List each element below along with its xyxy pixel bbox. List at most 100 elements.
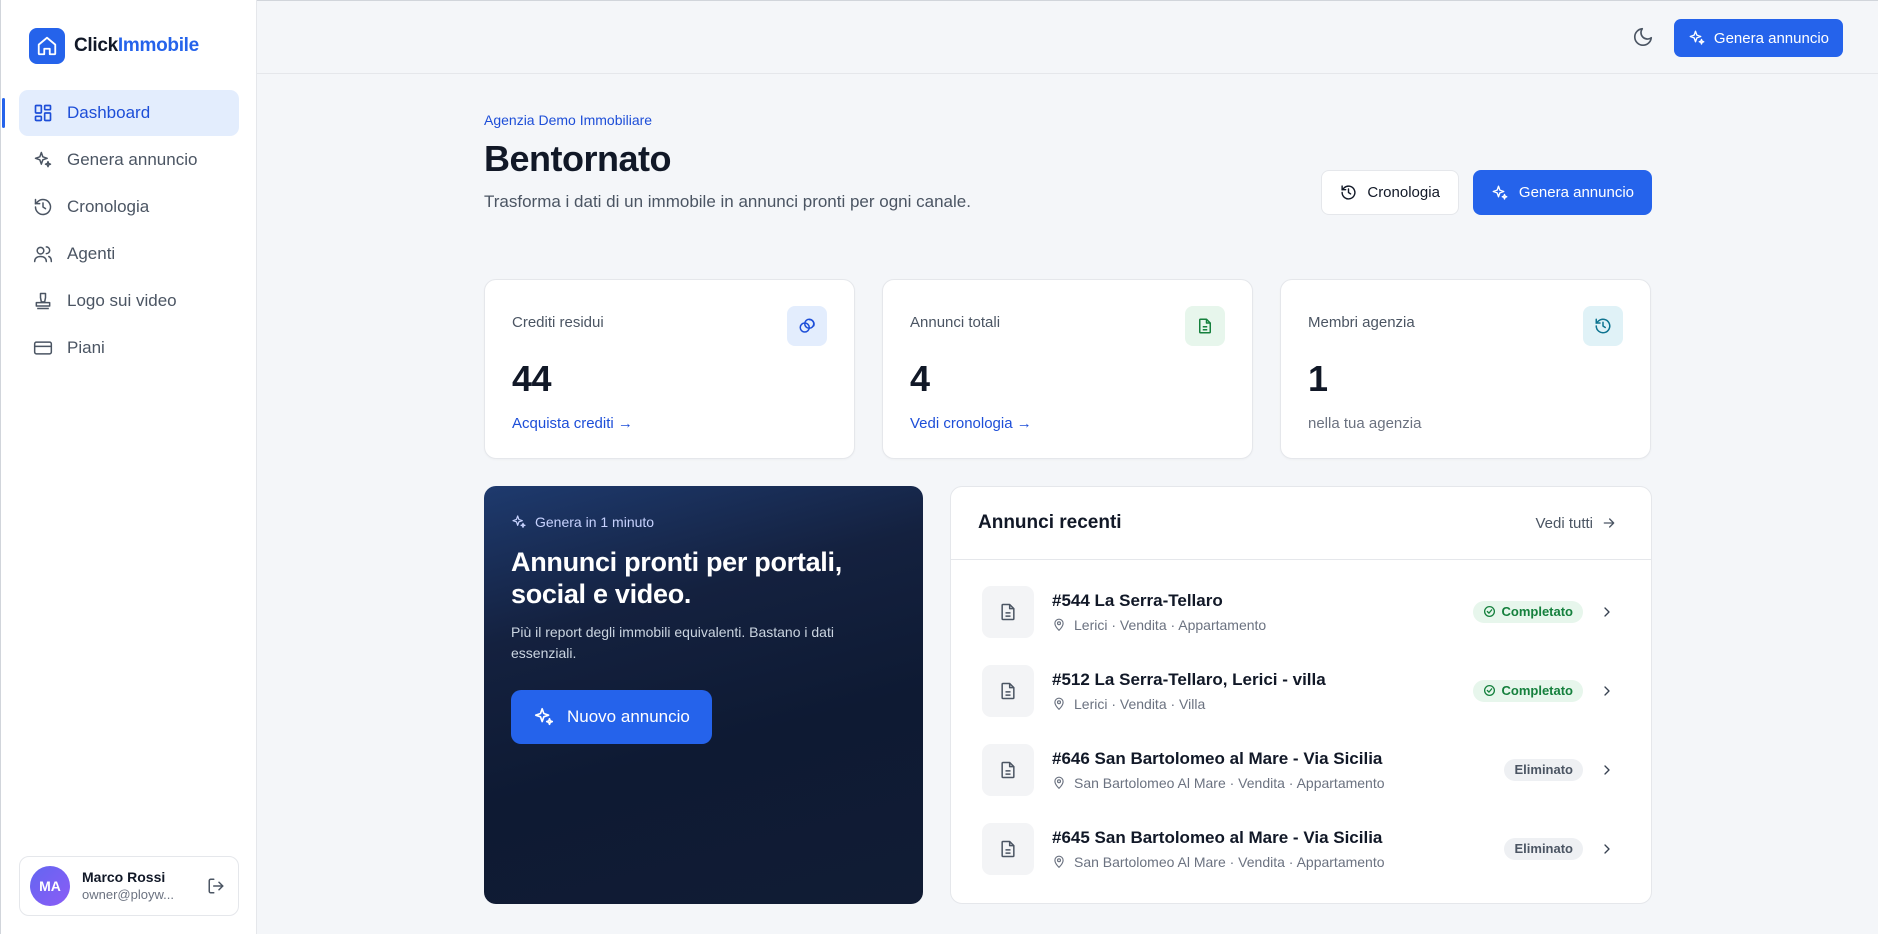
moon-icon[interactable]: [1632, 26, 1656, 50]
recent-header: Annunci recenti Vedi tutti: [951, 487, 1651, 560]
promo-text: Più il report degli immobili equivalenti…: [511, 624, 834, 661]
sidebar-item-genera-annuncio[interactable]: Genera annuncio: [19, 137, 239, 183]
listing-meta: San Bartolomeo Al Mare · Vendita · Appar…: [1052, 775, 1504, 791]
user-email: owner@ployw...: [82, 886, 174, 902]
button-label: Nuovo annuncio: [567, 707, 690, 726]
map-pin-icon: [1052, 697, 1066, 711]
sidebar-item-label: Cronologia: [67, 197, 150, 216]
dashboard-icon: [33, 103, 53, 123]
listing-meta-text: Lerici · Vendita · Villa: [1074, 695, 1206, 712]
row-body: #645 San Bartolomeo al Mare - Via Sicili…: [1052, 828, 1504, 870]
header-actions: Cronologia Genera annuncio: [1321, 170, 1652, 215]
stat-label: Membri agenzia: [1308, 314, 1415, 331]
home-icon: [29, 28, 65, 64]
document-icon: [982, 585, 1034, 638]
page-subtitle: Trasforma i dati di un immobile in annun…: [484, 192, 971, 211]
stat-note: nella tua agenzia: [1308, 415, 1422, 432]
button-label: Cronologia: [1367, 184, 1440, 201]
promo-eyebrow-label: Genera in 1 minuto: [535, 514, 655, 530]
row-body: #544 La Serra-Tellaro Lerici · Vendita ·…: [1052, 591, 1473, 633]
button-label: Genera annuncio: [1518, 184, 1634, 201]
status-label: Eliminato: [1514, 841, 1573, 856]
sidebar-item-agenti[interactable]: Agenti: [19, 231, 239, 277]
list-item[interactable]: #544 La Serra-Tellaro Lerici · Vendita ·…: [951, 572, 1651, 651]
stats-row: Crediti residui 44 Acquista crediti → An…: [484, 279, 1651, 459]
acquista-crediti-link[interactable]: Acquista crediti →: [512, 415, 633, 432]
vedi-cronologia-link[interactable]: Vedi cronologia →: [910, 415, 1032, 432]
sidebar-item-label: Dashboard: [67, 103, 151, 122]
status-label: Completato: [1501, 683, 1574, 698]
listing-title: #646 San Bartolomeo al Mare - Via Sicili…: [1052, 748, 1383, 768]
genera-annuncio-top-button[interactable]: Genera annuncio: [1673, 19, 1843, 57]
list-item[interactable]: #645 San Bartolomeo al Mare - Via Sicili…: [951, 809, 1651, 888]
brand-name-accent: Immobile: [117, 35, 199, 56]
recent-listings: Annunci recenti Vedi tutti #544 La Serra…: [950, 486, 1652, 904]
stat-value: 44: [512, 358, 552, 399]
document-icon: [982, 743, 1034, 796]
document-icon: [982, 664, 1034, 717]
topbar: Genera annuncio: [257, 0, 1878, 74]
listing-meta-text: Lerici · Vendita · Appartamento: [1074, 616, 1267, 633]
sidebar-item-dashboard[interactable]: Dashboard: [2, 90, 239, 136]
list-item[interactable]: #512 La Serra-Tellaro, Lerici - villa Le…: [951, 651, 1651, 730]
sparkles-icon: [533, 706, 555, 728]
chevron-right-icon: [1597, 760, 1617, 780]
listing-title: #512 La Serra-Tellaro, Lerici - villa: [1052, 669, 1326, 689]
map-pin-icon: [1052, 776, 1066, 790]
brand-name-part: Click: [74, 35, 118, 56]
history-icon: [1340, 184, 1357, 201]
sidebar-item-cronologia[interactable]: Cronologia: [19, 184, 239, 230]
coins-icon: [787, 306, 827, 346]
listing-title: #544 La Serra-Tellaro: [1052, 590, 1223, 610]
stat-card-membri: Membri agenzia 1 nella tua agenzia: [1280, 279, 1651, 459]
nuovo-annuncio-button[interactable]: Nuovo annuncio: [511, 690, 712, 744]
sidebar-item-piani[interactable]: Piani: [19, 325, 239, 371]
document-icon: [1185, 306, 1225, 346]
button-label: Genera annuncio: [1713, 29, 1829, 47]
stat-value: 1: [1308, 358, 1328, 399]
sidebar-item-label: Logo sui video: [67, 291, 177, 310]
sparkles-icon: [511, 514, 527, 530]
listing-meta: San Bartolomeo Al Mare · Vendita · Appar…: [1052, 854, 1504, 870]
history-icon: [1583, 306, 1623, 346]
status-badge: Eliminato: [1504, 837, 1583, 860]
promo-eyebrow: Genera in 1 minuto: [511, 514, 654, 530]
user-info: Marco Rossi owner@ployw...: [82, 868, 192, 903]
chevron-right-icon: [1597, 602, 1617, 622]
active-indicator: [2, 98, 5, 128]
check-circle-icon: [1483, 684, 1496, 697]
list-item[interactable]: #646 San Bartolomeo al Mare - Via Sicili…: [951, 730, 1651, 809]
row-body: #512 La Serra-Tellaro, Lerici - villa Le…: [1052, 670, 1473, 712]
avatar[interactable]: MA: [30, 866, 70, 906]
recent-rows: #544 La Serra-Tellaro Lerici · Vendita ·…: [951, 560, 1651, 888]
sparkles-icon: [33, 150, 53, 170]
stat-card-crediti: Crediti residui 44 Acquista crediti →: [484, 279, 855, 459]
check-circle-icon: [1483, 605, 1496, 618]
status-label: Eliminato: [1514, 762, 1573, 777]
chevron-right-icon: [1597, 839, 1617, 859]
sparkles-icon: [1491, 184, 1509, 202]
genera-annuncio-button[interactable]: Genera annuncio: [1472, 170, 1652, 215]
sparkles-icon: [1688, 29, 1706, 47]
listing-meta: Lerici · Vendita · Villa: [1052, 696, 1473, 712]
cronologia-button[interactable]: Cronologia: [1321, 170, 1459, 215]
stat-value: 4: [910, 358, 930, 399]
history-icon: [33, 197, 53, 217]
vedi-tutti-link[interactable]: Vedi tutti: [1535, 515, 1617, 532]
sidebar-item-label: Genera annuncio: [67, 150, 198, 169]
logout-icon[interactable]: [204, 874, 228, 898]
status-badge: Completato: [1472, 679, 1583, 702]
link-label: Vedi tutti: [1535, 514, 1593, 532]
sidebar-item-label: Agenti: [67, 244, 116, 263]
map-pin-icon: [1052, 855, 1066, 869]
status-badge: Completato: [1472, 600, 1583, 623]
sidebar-item-logo-video[interactable]: Logo sui video: [19, 278, 239, 324]
listing-title: #645 San Bartolomeo al Mare - Via Sicili…: [1052, 827, 1383, 847]
stat-card-annunci: Annunci totali 4 Vedi cronologia →: [882, 279, 1253, 459]
listing-meta-text: San Bartolomeo Al Mare · Vendita · Appar…: [1074, 774, 1385, 791]
user-card: MA Marco Rossi owner@ployw...: [19, 856, 239, 916]
recent-title: Annunci recenti: [978, 512, 1122, 533]
stamp-icon: [33, 291, 53, 311]
agency-name: Agenzia Demo Immobiliare: [484, 112, 653, 128]
brand[interactable]: ClickImmobile: [29, 28, 199, 64]
